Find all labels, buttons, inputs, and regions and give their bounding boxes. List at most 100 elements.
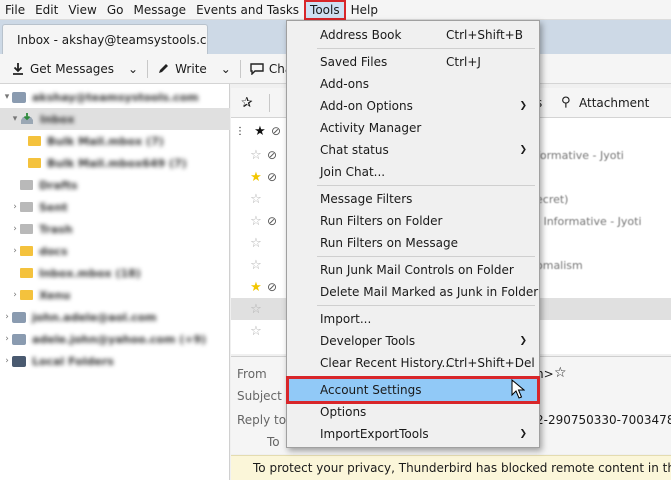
chevron-right-icon[interactable]: › bbox=[10, 224, 20, 234]
menu-message[interactable]: Message bbox=[128, 0, 191, 20]
chevron-down-icon[interactable]: ⌄ bbox=[123, 60, 143, 78]
folder-account[interactable]: ▾ akshay@teamsystools.com bbox=[0, 86, 230, 108]
menu-item-saved-files[interactable]: Saved Files Ctrl+J bbox=[289, 51, 537, 73]
attachment-filter-button[interactable]: Attachment bbox=[579, 96, 649, 110]
menu-item-importexporttools[interactable]: ImportExportTools ❯ bbox=[289, 423, 537, 445]
star-icon[interactable]: ☆ bbox=[249, 192, 263, 207]
menu-item-activity-manager[interactable]: Activity Manager bbox=[289, 117, 537, 139]
write-button[interactable]: Write bbox=[152, 60, 212, 78]
chevron-down-icon[interactable]: ▾ bbox=[2, 92, 12, 102]
star-icon[interactable]: ☆ bbox=[249, 236, 263, 251]
star-column-icon[interactable]: ★ bbox=[253, 124, 267, 139]
menu-item-run-filters-folder[interactable]: Run Filters on Folder bbox=[289, 210, 537, 232]
menu-edit[interactable]: Edit bbox=[30, 0, 63, 20]
chevron-right-icon[interactable]: › bbox=[2, 334, 12, 344]
reply-to-value-tail: 2-290750330-7003478-253 bbox=[536, 413, 671, 427]
chevron-right-icon[interactable]: › bbox=[10, 290, 20, 300]
write-label: Write bbox=[175, 61, 207, 76]
folder-label: docs bbox=[39, 244, 68, 258]
menu-item-shortcut: Ctrl+Shift+Del bbox=[446, 356, 535, 370]
chevron-right-icon[interactable]: › bbox=[10, 202, 20, 212]
toolbar-separator bbox=[239, 59, 241, 78]
menu-item-label: Add-on Options bbox=[320, 99, 413, 113]
folder-item[interactable]: › docs bbox=[0, 240, 230, 262]
folder-account[interactable]: › john.adele@aol.com bbox=[0, 306, 230, 328]
menu-item-address-book[interactable]: Address Book Ctrl+Shift+B bbox=[289, 24, 537, 46]
menu-item-shortcut: Ctrl+Shift+B bbox=[446, 28, 523, 42]
star-icon[interactable]: ☆ bbox=[554, 365, 567, 381]
star-icon[interactable]: ☆ bbox=[249, 324, 263, 339]
menu-item-label: Add-ons bbox=[320, 77, 369, 91]
chevron-down-icon[interactable]: ⌄ bbox=[216, 60, 236, 78]
menu-item-add-ons[interactable]: Add-ons bbox=[289, 73, 537, 95]
menu-item-add-on-options[interactable]: Add-on Options ❯ bbox=[289, 95, 537, 117]
menu-view[interactable]: View bbox=[63, 0, 101, 20]
folder-item[interactable]: › Trash bbox=[0, 218, 230, 240]
chevron-right-icon: ❯ bbox=[519, 101, 527, 111]
menu-item-options[interactable]: Options bbox=[289, 401, 537, 423]
folder-item[interactable]: Bulk Mail.mbox (7) bbox=[0, 130, 230, 152]
menu-item-account-settings[interactable]: Account Settings bbox=[289, 379, 537, 401]
menu-item-label: Import... bbox=[320, 312, 372, 326]
menu-item-run-filters-message[interactable]: Run Filters on Message bbox=[289, 232, 537, 254]
folder-account[interactable]: › adele.john@yahoo.com (+9) bbox=[0, 328, 230, 350]
star-icon[interactable]: ☆ bbox=[249, 214, 263, 229]
pencil-icon bbox=[159, 64, 169, 73]
menu-tools[interactable]: Tools bbox=[304, 0, 346, 20]
folder-inbox[interactable]: ▾ Inbox bbox=[0, 108, 230, 130]
menu-file[interactable]: File bbox=[0, 0, 30, 20]
star-icon[interactable]: ☆ bbox=[249, 302, 263, 317]
menu-events-and-tasks[interactable]: Events and Tasks bbox=[191, 0, 304, 20]
menu-item-developer-tools[interactable]: Developer Tools ❯ bbox=[289, 330, 537, 352]
folder-item[interactable]: › Sent bbox=[0, 196, 230, 218]
folder-item[interactable]: Bulk Mail.mbox649 (7) bbox=[0, 152, 230, 174]
star-icon[interactable]: ☆ bbox=[249, 258, 263, 273]
folder-item[interactable]: › Xenu bbox=[0, 284, 230, 306]
chevron-right-icon: ❯ bbox=[519, 336, 527, 346]
chevron-down-icon[interactable]: ▾ bbox=[10, 114, 20, 124]
paperclip-icon: ⊘ bbox=[267, 170, 278, 184]
folder-label: akshay@teamsystools.com bbox=[32, 90, 199, 104]
from-label: From bbox=[237, 367, 267, 381]
paperclip-icon: ⚲ bbox=[561, 95, 571, 110]
menu-item-delete-junk[interactable]: Delete Mail Marked as Junk in Folder bbox=[289, 281, 539, 303]
pin-icon[interactable]: ✰ bbox=[241, 95, 253, 111]
menu-item-message-filters[interactable]: Message Filters bbox=[289, 188, 537, 210]
menu-item-import[interactable]: Import... bbox=[289, 308, 537, 330]
folder-label: john.adele@aol.com bbox=[32, 310, 157, 324]
chevron-right-icon: ❯ bbox=[519, 429, 527, 439]
thread-icon[interactable]: ⋮ bbox=[235, 126, 245, 137]
menu-go[interactable]: Go bbox=[102, 0, 129, 20]
mail-account-icon bbox=[12, 91, 26, 103]
menu-separator bbox=[317, 185, 535, 186]
menu-item-run-junk-controls[interactable]: Run Junk Mail Controls on Folder bbox=[289, 259, 537, 281]
folder-icon bbox=[28, 158, 41, 168]
message-subject: formative - Jyoti bbox=[536, 148, 624, 162]
menu-item-label: Delete Mail Marked as Junk in Folder bbox=[320, 285, 539, 299]
menu-item-chat-status[interactable]: Chat status ❯ bbox=[289, 139, 537, 161]
get-messages-button[interactable]: Get Messages bbox=[6, 60, 119, 78]
chevron-right-icon[interactable]: › bbox=[2, 356, 12, 366]
attachment-column-icon[interactable]: ⊘ bbox=[271, 124, 285, 138]
menu-item-label: Join Chat... bbox=[320, 165, 386, 179]
folder-label: adele.john@yahoo.com (+9) bbox=[32, 332, 207, 346]
star-icon[interactable]: ★ bbox=[249, 170, 263, 185]
menu-item-join-chat[interactable]: Join Chat... bbox=[289, 161, 537, 183]
chevron-right-icon[interactable]: › bbox=[10, 246, 20, 256]
star-icon[interactable]: ★ bbox=[249, 280, 263, 295]
menu-bar: File Edit View Go Message Events and Tas… bbox=[0, 0, 671, 20]
notice-text: To protect your privacy, Thunderbird has… bbox=[253, 461, 671, 475]
menu-item-label: Chat status bbox=[320, 143, 389, 157]
tab-title: Inbox - akshay@teamsystools.co bbox=[17, 32, 208, 47]
tab-inbox[interactable]: Inbox - akshay@teamsystools.co bbox=[2, 24, 208, 54]
chevron-right-icon[interactable]: › bbox=[2, 312, 12, 322]
folder-item[interactable]: Drafts bbox=[0, 174, 230, 196]
folder-local[interactable]: › Local Folders bbox=[0, 350, 230, 372]
star-icon[interactable]: ☆ bbox=[249, 148, 263, 163]
menu-item-clear-history[interactable]: Clear Recent History... Ctrl+Shift+Del bbox=[289, 352, 537, 374]
folder-item[interactable]: Inbox.mbox (18) bbox=[0, 262, 230, 284]
menu-help[interactable]: Help bbox=[346, 0, 383, 20]
message-subject: ecret) bbox=[536, 192, 569, 206]
menu-item-label: Activity Manager bbox=[320, 121, 422, 135]
menu-item-label: Clear Recent History... bbox=[320, 356, 453, 370]
